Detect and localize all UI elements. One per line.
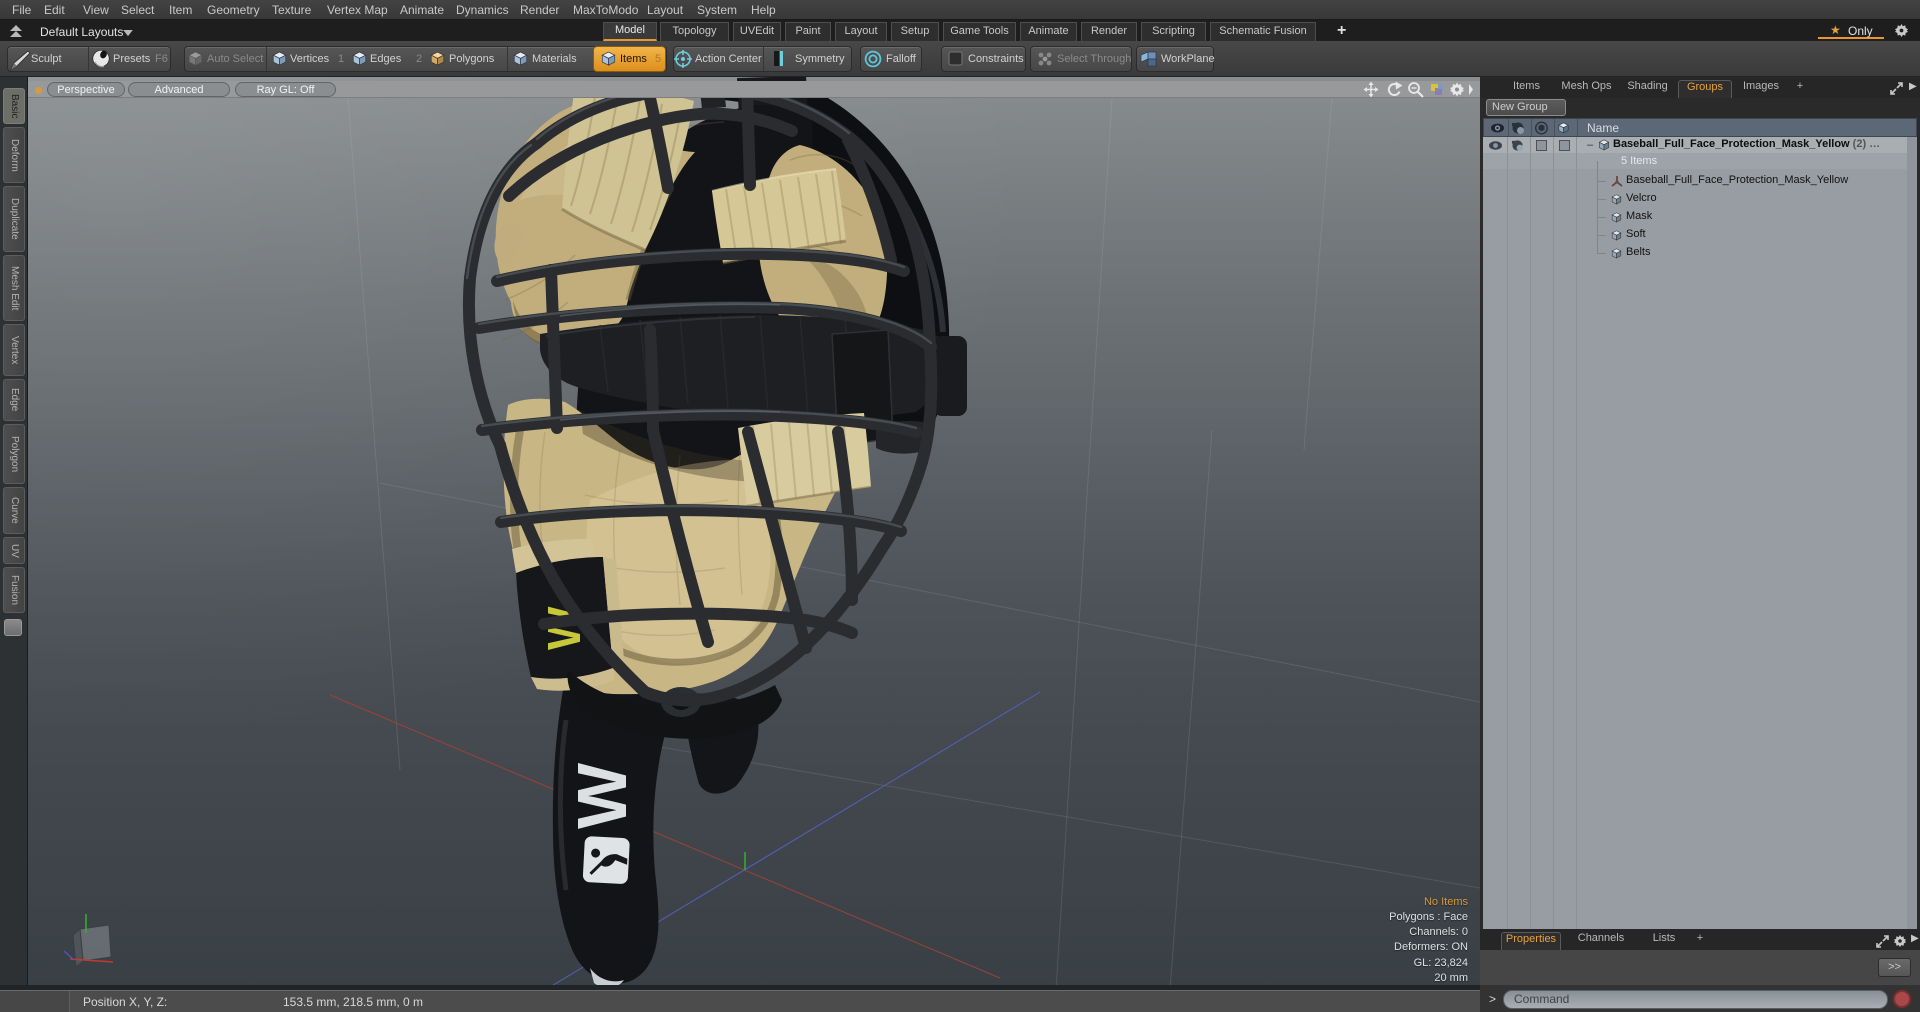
svg-text:W: W: [563, 763, 641, 829]
